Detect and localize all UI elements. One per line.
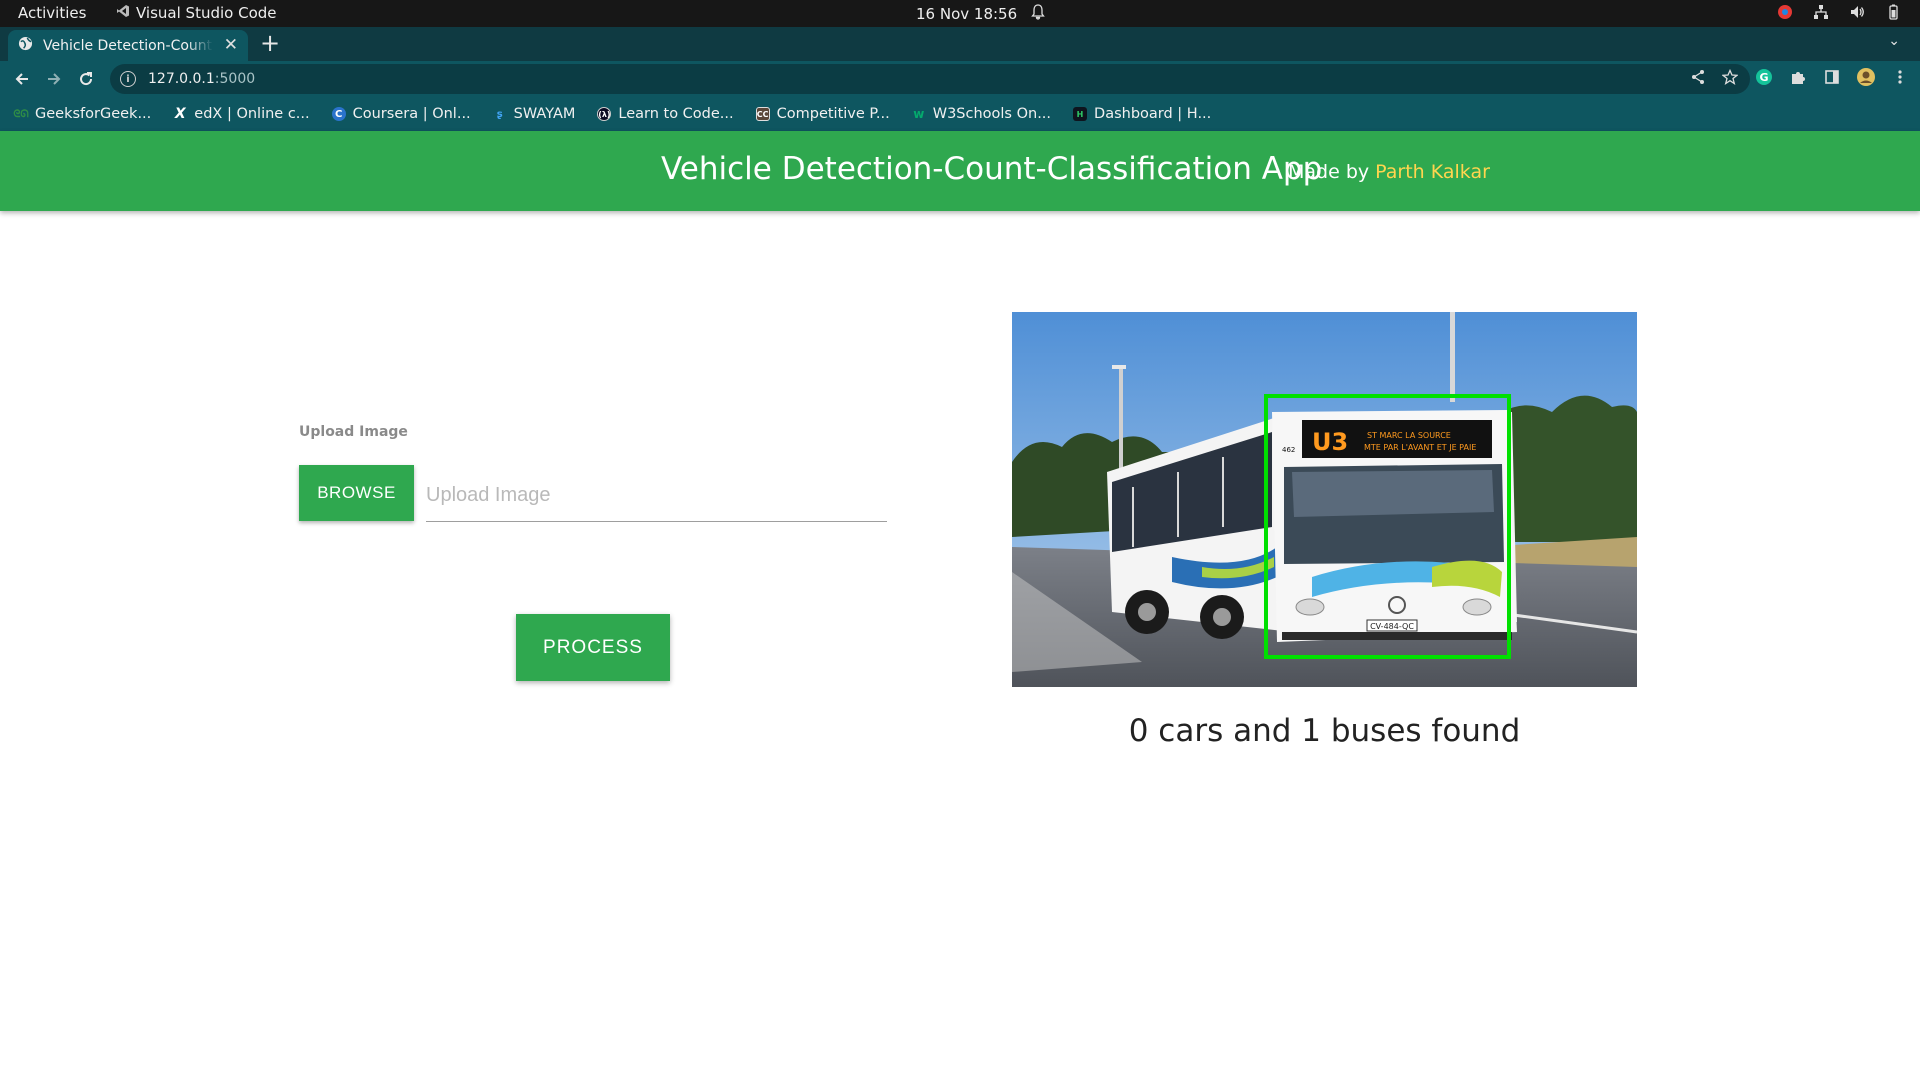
bookmark-w3schools[interactable]: w W3Schools On...: [912, 106, 1051, 122]
url-port: :5000: [214, 71, 256, 87]
bookmark-label: SWAYAM: [513, 106, 576, 122]
notification-bell-icon: [1031, 4, 1045, 24]
activities-button[interactable]: Activities: [18, 4, 86, 22]
bookmark-label: GeeksforGeek...: [35, 106, 152, 122]
coursera-icon: C: [331, 107, 346, 121]
bus-destination-line-1: ST MARC LA SOURCE: [1367, 431, 1451, 440]
chrome-indicator-icon[interactable]: [1776, 3, 1794, 21]
vscode-icon: [116, 4, 130, 22]
freecodecamp-icon: (λ): [597, 107, 612, 121]
swayam-icon: ʂ: [496, 108, 503, 120]
new-tab-button[interactable]: +: [260, 29, 280, 57]
svg-text:G: G: [1759, 71, 1768, 84]
bookmark-label: W3Schools On...: [932, 106, 1052, 122]
result-image: U3 ST MARC LA SOURCE MTE PAR L'AVANT ET …: [1012, 312, 1637, 687]
bookmark-label: Learn to Code...: [618, 106, 734, 122]
bus-detection-image: U3 ST MARC LA SOURCE MTE PAR L'AVANT ET …: [1012, 312, 1637, 687]
bookmark-swayam[interactable]: ʂ SWAYAM: [493, 106, 576, 122]
bookmark-codechef[interactable]: CC Competitive P...: [755, 106, 890, 122]
network-icon[interactable]: [1812, 3, 1830, 21]
bookmark-label: Dashboard | H...: [1094, 106, 1212, 122]
browse-button[interactable]: BROWSE: [299, 465, 414, 521]
forward-arrow-icon[interactable]: [42, 67, 66, 91]
made-by-prefix: Made by: [1288, 161, 1376, 183]
bus-fleet-number: 462: [1282, 446, 1295, 454]
bookmark-label: edX | Online c...: [194, 106, 310, 122]
site-info-icon[interactable]: i: [120, 71, 136, 87]
system-tray[interactable]: [1776, 3, 1902, 21]
bookmark-edx[interactable]: X edX | Online c...: [173, 106, 310, 122]
tab-vehicle-detection[interactable]: Vehicle Detection-Count-Classification A…: [8, 30, 248, 61]
app-title: Vehicle Detection-Count-Classification A…: [661, 151, 1323, 187]
author-link[interactable]: Parth Kalkar: [1375, 161, 1490, 183]
bookmarks-bar: ᘓᘏ GeeksforGeek... X edX | Online c... C…: [0, 97, 1920, 131]
bookmark-hackerrank[interactable]: H Dashboard | H...: [1073, 106, 1211, 122]
browser-menu-kebab-icon[interactable]: [1890, 67, 1910, 87]
clock-text: 16 Nov 18:56: [916, 5, 1018, 23]
bookmark-label: Coursera | Onl...: [352, 106, 471, 122]
codechef-icon: CC: [755, 107, 770, 121]
clock-button[interactable]: 16 Nov 18:56: [916, 4, 1045, 24]
tab-search-chevron-icon[interactable]: ⌄: [1888, 33, 1900, 49]
hackerrank-icon: H: [1073, 107, 1088, 121]
address-bar[interactable]: i 127.0.0.1:5000: [110, 64, 1750, 94]
extensions-puzzle-icon[interactable]: [1788, 67, 1808, 87]
w3schools-icon: w: [913, 107, 925, 121]
focused-app-name: Visual Studio Code: [136, 4, 277, 22]
focused-app-menu[interactable]: Visual Studio Code: [116, 4, 277, 22]
bus-destination-line-2: MTE PAR L'AVANT ET JE PAIE: [1364, 443, 1476, 452]
grammarly-icon[interactable]: G: [1754, 67, 1774, 87]
browser-tab-strip: Vehicle Detection-Count-Classification A…: [0, 27, 1920, 61]
geeksforgeeks-icon: ᘓᘏ: [13, 108, 29, 120]
bus-route-number: U3: [1312, 428, 1348, 456]
globe-icon: [18, 36, 33, 55]
upload-image-label: Upload Image: [299, 424, 408, 440]
tab-title: Vehicle Detection-Count-Classification A…: [43, 37, 213, 54]
battery-icon[interactable]: [1884, 3, 1902, 21]
share-icon[interactable]: [1690, 69, 1706, 89]
bookmark-label: Competitive P...: [776, 106, 890, 122]
process-button[interactable]: PROCESS: [516, 614, 670, 681]
file-path-input[interactable]: [426, 470, 887, 522]
detection-result-text: 0 cars and 1 buses found: [1128, 713, 1521, 749]
reload-icon[interactable]: [74, 67, 98, 91]
bookmark-star-icon[interactable]: [1721, 68, 1739, 89]
bus-license-plate: CV-484-QC: [1370, 622, 1414, 631]
bookmark-freecodecamp[interactable]: (λ) Learn to Code...: [597, 106, 734, 122]
system-top-bar: Activities Visual Studio Code 16 Nov 18:…: [0, 0, 1920, 27]
volume-icon[interactable]: [1848, 3, 1866, 21]
app-header: Vehicle Detection-Count-Classification A…: [0, 131, 1920, 211]
bookmark-geeksforgeeks[interactable]: ᘓᘏ GeeksforGeek...: [13, 106, 152, 122]
made-by-credit: Made by Parth Kalkar: [1288, 161, 1490, 183]
edx-icon: X: [174, 106, 186, 122]
url-host: 127.0.0.1: [148, 71, 215, 87]
browser-toolbar: i 127.0.0.1:5000 G: [0, 61, 1920, 97]
close-tab-icon[interactable]: ✕: [224, 35, 238, 55]
back-arrow-icon[interactable]: [10, 67, 34, 91]
profile-avatar-icon[interactable]: [1856, 67, 1876, 87]
bookmark-coursera[interactable]: C Coursera | Onl...: [331, 106, 471, 122]
side-panel-icon[interactable]: [1822, 67, 1842, 87]
